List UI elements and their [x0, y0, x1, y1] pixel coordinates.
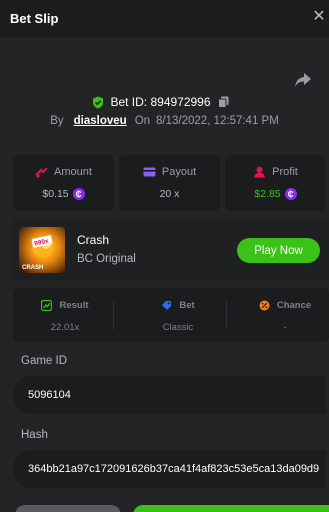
payout-label: Payout [161, 166, 197, 178]
profit-card: Profit $2.85 ₵ [225, 155, 326, 211]
payout-card: Payout 20 x [119, 155, 220, 211]
on-label: On [134, 115, 151, 127]
game-card: 999x CRASH Crash BC Original Play Now [13, 219, 329, 281]
copy-icon[interactable] [217, 96, 229, 108]
hash-field[interactable] [13, 450, 326, 488]
bet-id-row: Bet ID: 894972996 [0, 94, 329, 110]
result-box: Result 22.01x Bet Classic Chance - [13, 288, 329, 342]
bet-slip-header: Bet Slip ✕ [0, 0, 329, 37]
game-id-label: Game ID [21, 355, 68, 367]
profit-label: Profit [272, 166, 298, 178]
share-icon[interactable] [294, 72, 312, 88]
page-title: Bet Slip [10, 11, 59, 26]
coins-icon [35, 167, 48, 178]
profit-icon [254, 166, 266, 178]
chance-icon [259, 300, 270, 311]
bet-datetime: 8/13/2022, 12:57:41 PM [156, 115, 279, 127]
bet-byline: By diasloveu On 8/13/2022, 12:57:41 PM [0, 113, 329, 129]
wallet-icon [143, 167, 156, 177]
hash-label: Hash [21, 429, 48, 441]
currency-coin-icon: ₵ [284, 188, 297, 200]
profit-value: $2.85 [254, 188, 281, 200]
game-provider: BC Original [77, 253, 136, 265]
bet-id-text: Bet ID: 894972996 [110, 95, 211, 109]
username-link[interactable]: diasloveu [74, 115, 127, 127]
divider [113, 300, 114, 330]
close-icon[interactable]: ✕ [311, 9, 327, 25]
bet-value: Classic [162, 322, 194, 333]
result-label: Result [59, 300, 89, 311]
bet-column: Bet Classic [128, 288, 228, 342]
primary-button[interactable] [133, 505, 329, 512]
divider [226, 300, 227, 330]
result-column: Result 22.01x [15, 288, 115, 342]
chance-column: Chance - [235, 288, 329, 342]
crash-game-thumbnail[interactable]: 999x CRASH [19, 227, 65, 273]
bet-label: Bet [179, 300, 195, 311]
game-id-field[interactable] [13, 376, 326, 414]
amount-card: Amount $0.15 ₵ [13, 155, 114, 211]
play-now-button[interactable]: Play Now [237, 238, 320, 263]
thumb-label: CRASH [22, 265, 43, 271]
payout-value: 20 x [159, 188, 180, 200]
hash-field-box [13, 450, 326, 488]
result-value: 22.01x [50, 322, 80, 333]
game-id-field-box [13, 376, 326, 414]
bet-icon [162, 301, 172, 310]
shield-check-icon [93, 96, 104, 108]
result-icon [41, 300, 53, 311]
amount-label: Amount [54, 166, 92, 178]
game-name: Crash [77, 233, 110, 247]
amount-value: $0.15 [42, 188, 69, 200]
currency-coin-icon: ₵ [72, 188, 85, 200]
by-label: By [50, 115, 64, 127]
chance-label: Chance [276, 300, 312, 311]
secondary-button[interactable] [15, 505, 121, 512]
chance-value: - [283, 322, 287, 333]
